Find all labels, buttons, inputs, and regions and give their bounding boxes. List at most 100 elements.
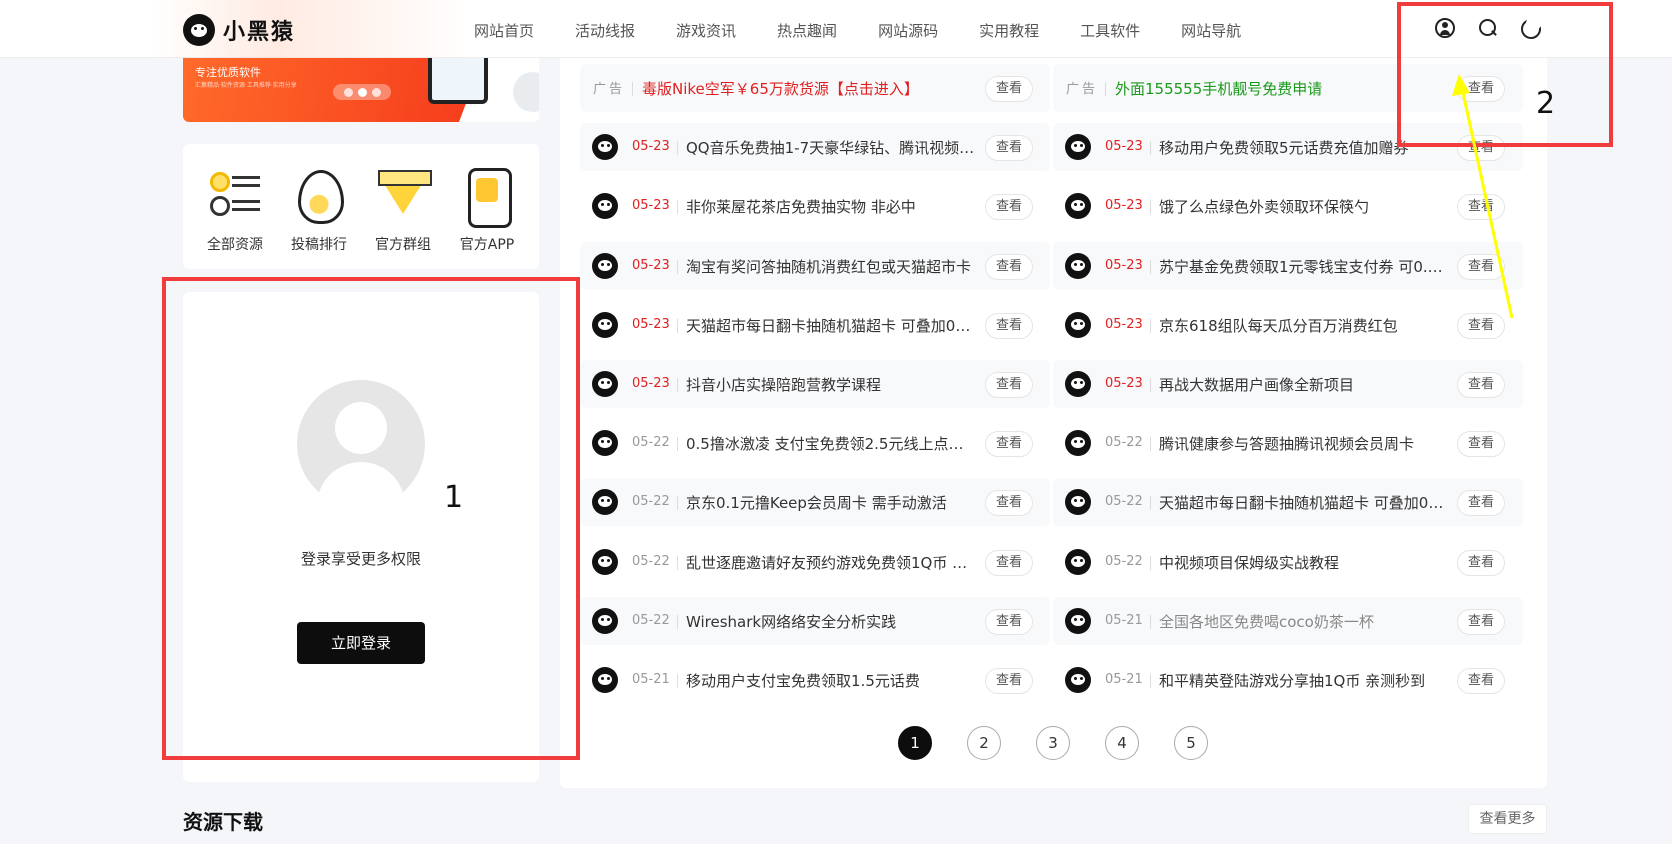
news-row[interactable]: 05-23 天猫超市每日翻卡抽随机猫超卡 可叠加0撸实物 查看 xyxy=(580,301,1050,349)
row-separator xyxy=(677,555,678,570)
quick-link-label: 全部资源 xyxy=(207,237,263,253)
view-button[interactable]: 查看 xyxy=(985,76,1033,102)
view-button[interactable]: 查看 xyxy=(1457,372,1505,398)
row-title[interactable]: QQ音乐免费抽1-7天豪华绿钻、腾讯视频7天会员 xyxy=(686,137,976,158)
view-button[interactable]: 查看 xyxy=(985,194,1033,221)
row-separator xyxy=(677,259,678,274)
view-button[interactable]: 查看 xyxy=(1457,194,1505,221)
page-button[interactable]: 3 xyxy=(1036,726,1070,760)
carousel-dot-active[interactable] xyxy=(357,87,367,97)
news-row[interactable]: 05-22 0.5撸冰激凌 支付宝免费领2.5元线上点餐券 查看 xyxy=(580,419,1050,467)
view-button[interactable]: 查看 xyxy=(1457,431,1505,458)
monkey-avatar-icon xyxy=(1065,667,1091,693)
news-row[interactable]: 05-23 淘宝有奖问答抽随机消费红包或天猫超市卡 查看 xyxy=(580,241,1050,290)
view-button[interactable]: 查看 xyxy=(985,431,1033,458)
page-button[interactable]: 5 xyxy=(1174,726,1208,760)
news-row[interactable]: 05-21 和平精英登陆游戏分享抽1Q币 亲测秒到 查看 xyxy=(1053,656,1523,704)
row-title[interactable]: 天猫超市每日翻卡抽随机猫超卡 可叠加0撸实物 xyxy=(686,315,976,336)
news-row[interactable]: 05-23 抖音小店实操陪跑营教学课程 查看 xyxy=(580,360,1050,408)
site-logo[interactable]: 小黑猿 xyxy=(183,14,295,46)
view-button[interactable]: 查看 xyxy=(985,549,1033,576)
nav-item-tutorials[interactable]: 实用教程 xyxy=(979,20,1039,41)
news-row[interactable]: 05-21 全国各地区免费喝coco奶茶一杯 查看 xyxy=(1053,596,1523,645)
carousel-dots[interactable] xyxy=(333,84,391,100)
row-title[interactable]: 腾讯健康参与答题抽腾讯视频会员周卡 xyxy=(1159,433,1449,454)
row-date: 05-23 xyxy=(632,139,670,155)
news-row[interactable]: 05-23 非你莱屋花茶店免费抽实物 非必中 查看 xyxy=(580,182,1050,230)
news-row[interactable]: 05-22 腾讯健康参与答题抽腾讯视频会员周卡 查看 xyxy=(1053,419,1523,467)
nav-item-games[interactable]: 游戏资讯 xyxy=(676,20,736,41)
nav-item-source[interactable]: 网站源码 xyxy=(878,20,938,41)
view-button[interactable]: 查看 xyxy=(1457,312,1505,339)
news-row[interactable]: 05-22 乱世逐鹿邀请好友预约游戏免费领1Q币 亲测秒到查看 xyxy=(580,538,1050,586)
news-row[interactable]: 05-23 苏宁基金免费领取1元零钱宝支付券 可0.01撸实物查看 xyxy=(1053,241,1523,290)
row-title[interactable]: 和平精英登陆游戏分享抽1Q币 亲测秒到 xyxy=(1159,670,1449,691)
row-title[interactable]: 淘宝有奖问答抽随机消费红包或天猫超市卡 xyxy=(686,256,976,277)
row-title[interactable]: 再战大数据用户画像全新项目 xyxy=(1159,374,1449,395)
news-row[interactable]: 05-21 移动用户支付宝免费领取1.5元话费 查看 xyxy=(580,656,1050,704)
news-row[interactable]: 05-22 Wireshark网络络安全分析实践 查看 xyxy=(580,596,1050,645)
monkey-avatar-icon xyxy=(1065,430,1091,457)
row-title[interactable]: 毒版Nike空军￥65万款货源【点击进入】 xyxy=(642,78,962,99)
row-title[interactable]: 外面155555手机靓号免费申请 xyxy=(1115,78,1435,99)
view-button[interactable]: 查看 xyxy=(985,312,1033,339)
quick-link-all-resources[interactable]: 全部资源 xyxy=(199,164,271,254)
view-more-button[interactable]: 查看更多 xyxy=(1468,804,1547,834)
row-title[interactable]: 饿了么点绿色外卖领取环保筷勺 xyxy=(1159,196,1449,217)
row-title[interactable]: 中视频项目保姆级实战教程 xyxy=(1159,552,1449,573)
row-title[interactable]: 抖音小店实操陪跑营教学课程 xyxy=(686,374,976,395)
quick-link-app[interactable]: 官方APP xyxy=(451,164,523,254)
row-separator xyxy=(677,378,678,392)
quick-link-ranking[interactable]: 投稿排行 xyxy=(283,164,355,254)
carousel-dot[interactable] xyxy=(343,87,353,97)
view-button[interactable]: 查看 xyxy=(985,253,1033,280)
row-title[interactable]: 天猫超市每日翻卡抽随机猫超卡 可叠加0撸实物 xyxy=(1159,492,1449,513)
news-row[interactable]: 05-23 饿了么点绿色外卖领取环保筷勺 查看 xyxy=(1053,182,1523,230)
nav-item-home[interactable]: 网站首页 xyxy=(474,20,534,41)
page-button[interactable]: 2 xyxy=(967,726,1001,760)
view-button[interactable]: 查看 xyxy=(985,668,1033,694)
row-title[interactable]: 移动用户支付宝免费领取1.5元话费 xyxy=(686,670,976,691)
nav-item-directory[interactable]: 网站导航 xyxy=(1181,20,1241,41)
news-row[interactable]: 05-22 天猫超市每日翻卡抽随机猫超卡 可叠加0撸实物 查看 xyxy=(1053,478,1523,527)
nav-item-tools[interactable]: 工具软件 xyxy=(1080,20,1140,41)
main-nav: 网站首页 活动线报 游戏资讯 热点趣闻 网站源码 实用教程 工具软件 网站导航 xyxy=(474,20,1282,41)
view-button[interactable]: 查看 xyxy=(1457,253,1505,280)
news-row[interactable]: 05-22 京东0.1元撸Keep会员周卡 需手动激活 查看 xyxy=(580,478,1050,527)
view-button[interactable]: 查看 xyxy=(985,490,1033,517)
monkey-avatar-icon xyxy=(592,667,618,693)
view-button[interactable]: 查看 xyxy=(1457,490,1505,517)
quick-link-groups[interactable]: 官方群组 xyxy=(367,164,439,254)
news-row[interactable]: 05-23 再战大数据用户画像全新项目 查看 xyxy=(1053,360,1523,408)
row-title[interactable]: 0.5撸冰激凌 支付宝免费领2.5元线上点餐券 xyxy=(686,433,976,454)
row-separator xyxy=(1150,378,1151,392)
row-title[interactable]: 京东618组队每天瓜分百万消费红包 xyxy=(1159,315,1449,336)
row-title[interactable]: 苏宁基金免费领取1元零钱宝支付券 可0.01撸实物 xyxy=(1159,256,1449,277)
row-date: 05-23 xyxy=(1105,316,1143,332)
row-title[interactable]: 京东0.1元撸Keep会员周卡 需手动激活 xyxy=(686,492,976,513)
view-button[interactable]: 查看 xyxy=(985,372,1033,398)
monkey-avatar-icon xyxy=(1065,311,1091,338)
row-title[interactable]: 非你莱屋花茶店免费抽实物 非必中 xyxy=(686,196,976,217)
view-button[interactable]: 查看 xyxy=(1457,549,1505,576)
news-row[interactable]: 05-22 中视频项目保姆级实战教程 查看 xyxy=(1053,538,1523,586)
view-button[interactable]: 查看 xyxy=(985,608,1033,635)
annotation-box-2 xyxy=(1397,2,1613,147)
view-button[interactable]: 查看 xyxy=(1457,668,1505,694)
news-row[interactable]: 05-23 京东618组队每天瓜分百万消费红包 查看 xyxy=(1053,301,1523,349)
promo-banner[interactable]: 专注优质软件 汇集精品·软件资源·工具推荐·实用分享 xyxy=(183,58,539,122)
news-row[interactable]: 05-23 QQ音乐免费抽1-7天豪华绿钻、腾讯视频7天会员查看 xyxy=(580,123,1050,172)
nav-item-hot[interactable]: 热点趣闻 xyxy=(777,20,837,41)
ad-row[interactable]: 广告 毒版Nike空军￥65万款货源【点击进入】 查看 xyxy=(580,64,1050,112)
row-separator xyxy=(677,437,678,452)
page-button[interactable]: 4 xyxy=(1105,726,1139,760)
view-button[interactable]: 查看 xyxy=(1457,608,1505,635)
nav-item-activity[interactable]: 活动线报 xyxy=(575,20,635,41)
page-button-current[interactable]: 1 xyxy=(898,726,932,760)
row-title[interactable]: Wireshark网络络安全分析实践 xyxy=(686,611,976,632)
monkey-avatar-icon xyxy=(592,252,618,279)
row-title[interactable]: 全国各地区免费喝coco奶茶一杯 xyxy=(1159,611,1449,632)
row-title[interactable]: 乱世逐鹿邀请好友预约游戏免费领1Q币 亲测秒到 xyxy=(686,552,976,573)
view-button[interactable]: 查看 xyxy=(985,135,1033,162)
carousel-dot[interactable] xyxy=(371,87,381,97)
